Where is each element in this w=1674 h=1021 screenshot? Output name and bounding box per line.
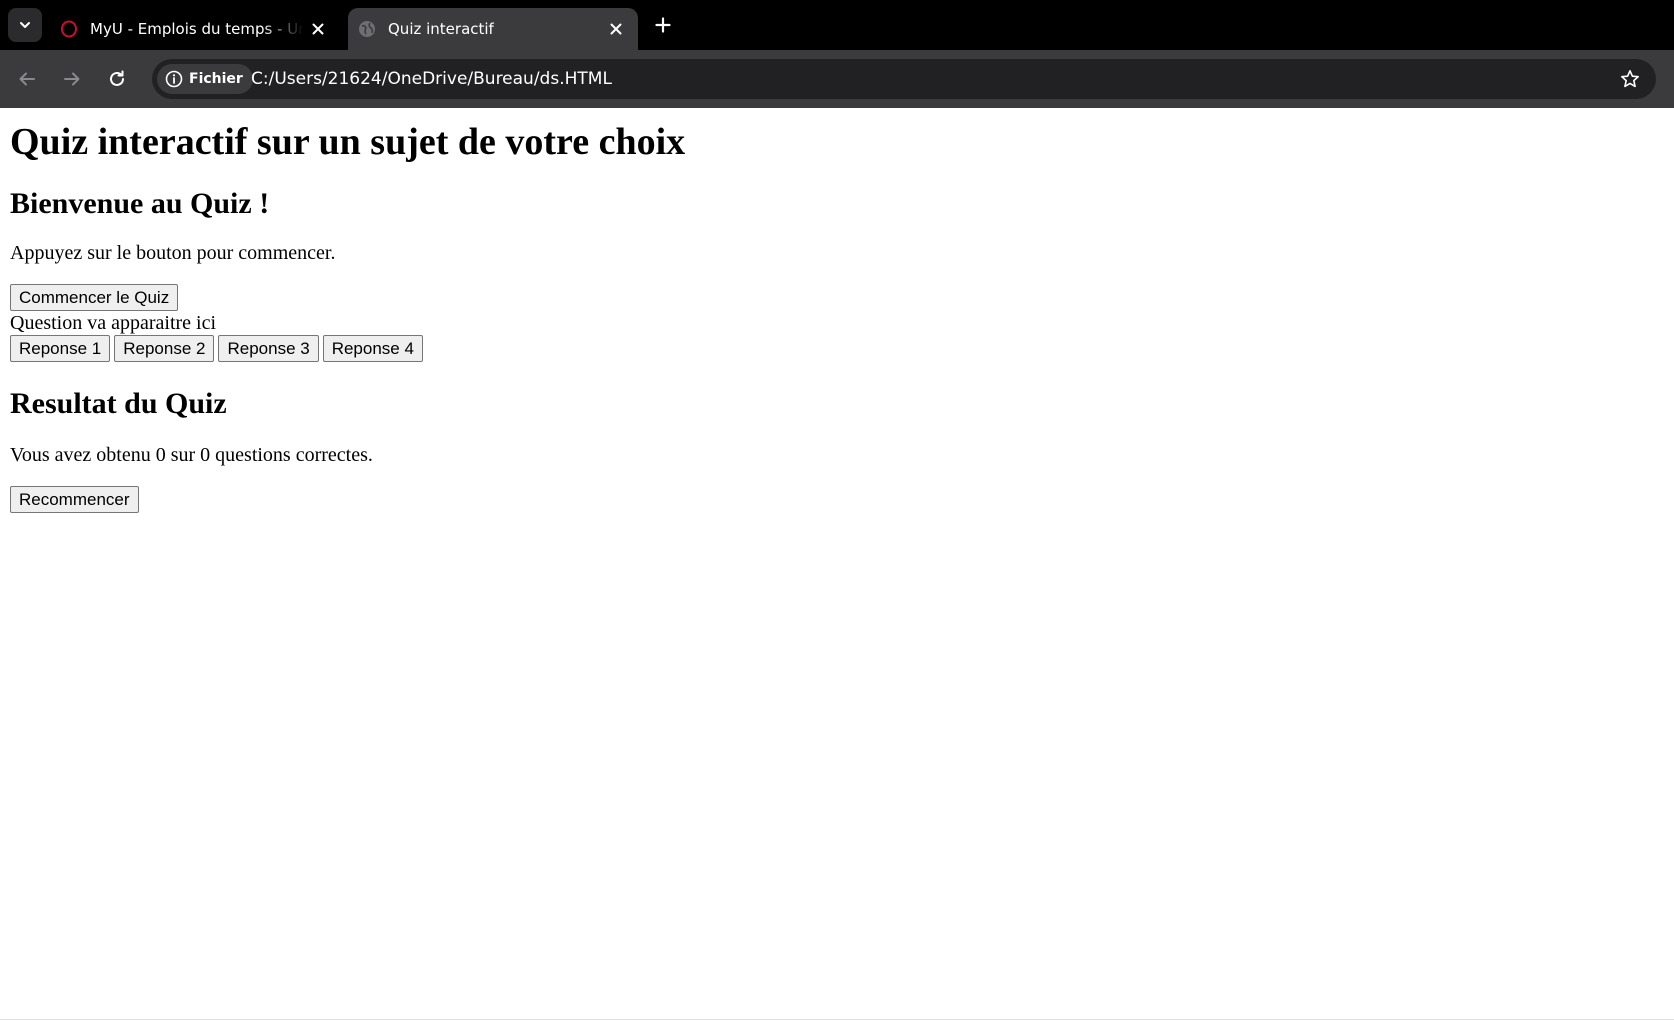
restart-button[interactable]: Recommencer — [10, 486, 139, 513]
tab-title: Quiz interactif — [388, 20, 494, 38]
bookmark-button[interactable] — [1616, 65, 1644, 93]
close-icon[interactable] — [304, 15, 332, 43]
page-title: Quiz interactif sur un sujet de votre ch… — [10, 121, 686, 163]
tab-quiz[interactable]: Quiz interactif — [348, 8, 638, 50]
tab-strip: MyU - Emplois du temps - Université Quiz… — [0, 0, 1674, 50]
reload-button[interactable] — [101, 63, 133, 95]
close-icon[interactable] — [602, 15, 630, 43]
tab-myu[interactable]: MyU - Emplois du temps - Université — [50, 8, 340, 50]
answer-button-3[interactable]: Reponse 3 — [218, 335, 319, 362]
url-text[interactable]: C:/Users/21624/OneDrive/Bureau/ds.HTML — [251, 59, 612, 99]
address-bar[interactable]: Fichier C:/Users/21624/OneDrive/Bureau/d… — [152, 59, 1656, 99]
star-icon — [1621, 70, 1639, 88]
question-text: Question va apparaitre ici — [10, 312, 217, 334]
result-text: Vous avez obtenu 0 sur 0 questions corre… — [10, 444, 373, 466]
arrow-right-icon — [64, 72, 80, 86]
welcome-heading: Bienvenue au Quiz ! — [10, 187, 270, 220]
site-info-chip[interactable]: Fichier — [157, 64, 253, 94]
chevron-down-icon — [20, 22, 30, 28]
info-icon — [165, 70, 183, 88]
forward-button[interactable] — [56, 63, 88, 95]
tab-search-button[interactable] — [8, 8, 42, 42]
new-tab-button[interactable] — [648, 10, 678, 40]
answer-buttons: Reponse 1 Reponse 2 Reponse 3 Reponse 4 — [10, 335, 1664, 362]
browser-toolbar: Fichier C:/Users/21624/OneDrive/Bureau/d… — [0, 50, 1674, 108]
answer-button-4[interactable]: Reponse 4 — [322, 335, 423, 362]
start-quiz-button[interactable]: Commencer le Quiz — [10, 284, 179, 311]
welcome-text: Appuyez sur le bouton pour commencer. — [10, 242, 336, 264]
answer-button-1[interactable]: Reponse 1 — [10, 335, 111, 362]
opera-o-icon — [60, 20, 78, 38]
plus-icon — [655, 17, 671, 33]
answer-button-2[interactable]: Reponse 2 — [114, 335, 215, 362]
arrow-left-icon — [19, 72, 35, 86]
globe-icon — [358, 20, 376, 38]
page-viewport: Quiz interactif sur un sujet de votre ch… — [0, 108, 1674, 1020]
tab-title: MyU - Emplois du temps - Université — [90, 20, 304, 38]
result-heading: Resultat du Quiz — [10, 387, 227, 420]
reload-icon — [110, 70, 124, 86]
site-info-label: Fichier — [189, 71, 243, 87]
back-button[interactable] — [11, 63, 43, 95]
divider — [0, 1019, 1674, 1020]
